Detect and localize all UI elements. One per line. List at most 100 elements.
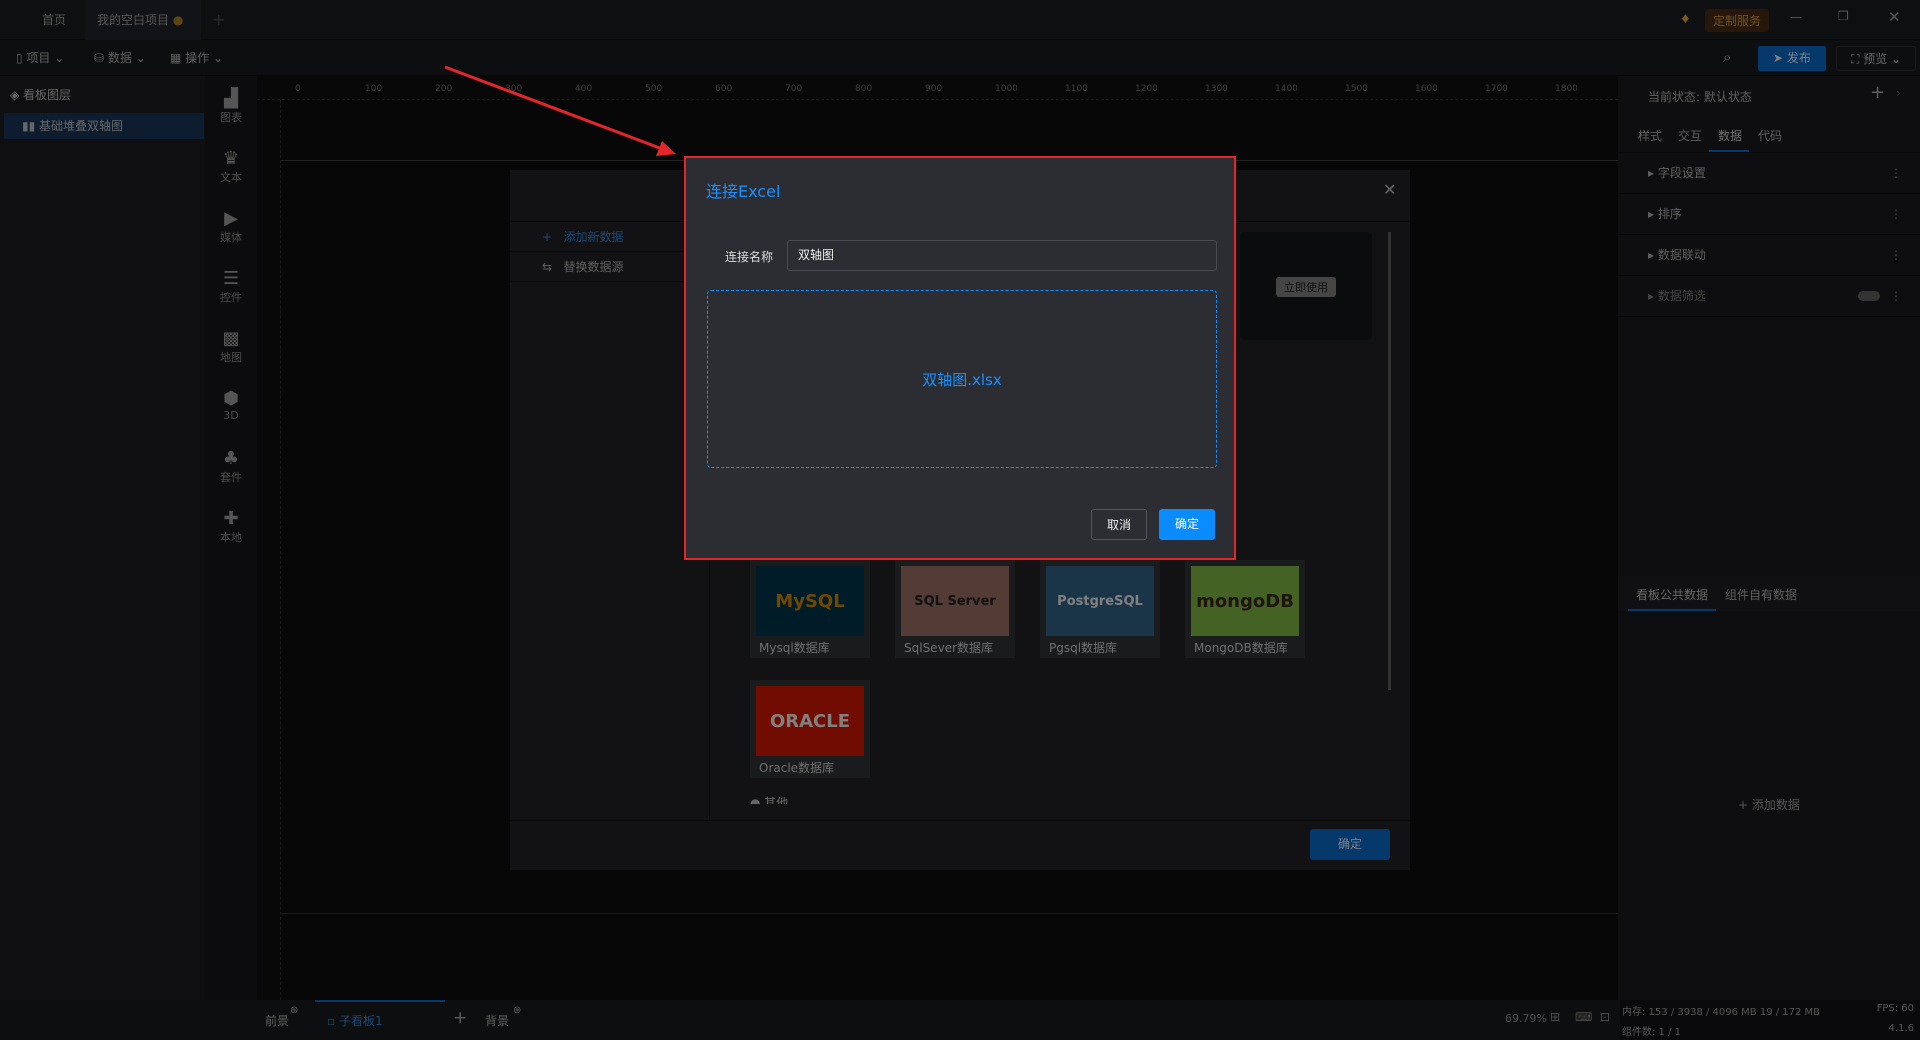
modal-confirm-button[interactable]: 确定	[1310, 829, 1390, 860]
publish-button[interactable]: ➤ 发布	[1758, 46, 1826, 71]
ruler-tick-label: 1000	[995, 84, 1018, 94]
tab-style[interactable]: 样式	[1638, 127, 1662, 144]
crown-icon: ♛	[222, 148, 240, 169]
add-data-button[interactable]: + 添加数据	[1738, 796, 1800, 813]
fit-screen-icon[interactable]: ⊞	[1550, 1010, 1560, 1024]
layer-panel: ◈ 看板图层 ▮▮ 基础堆叠双轴图	[0, 76, 205, 1000]
section-sort[interactable]: ▸ 排序 ⋮	[1618, 194, 1920, 235]
tab-component-data[interactable]: 组件自有数据	[1725, 586, 1797, 603]
nav-add-label: 添加新数据	[563, 230, 624, 244]
component-count: 组件数: 1 / 1	[1622, 1027, 1681, 1038]
more-icon[interactable]: ⋮	[1890, 235, 1902, 276]
use-now-button[interactable]: 立即使用	[1276, 277, 1336, 297]
add-subboard-icon[interactable]: +	[453, 1008, 467, 1028]
component-media[interactable]: ▶ 媒体	[205, 208, 257, 245]
component-local[interactable]: ✚ 本地	[205, 508, 257, 545]
component-3d[interactable]: ⬢ 3D	[205, 388, 257, 422]
database-logo: mongoDB	[1191, 566, 1299, 636]
confirm-button[interactable]: 确定	[1159, 509, 1215, 540]
tab-project-label: 我的空白项目	[97, 13, 170, 27]
add-background-icon[interactable]: ⊕	[513, 1005, 521, 1016]
cancel-button[interactable]: 取消	[1091, 509, 1147, 540]
file-upload-area[interactable]: 双轴图.xlsx	[707, 290, 1217, 468]
connection-name-input[interactable]: 双轴图	[787, 240, 1217, 271]
section-data-link[interactable]: ▸ 数据联动 ⋮	[1618, 235, 1920, 276]
tab-board-data[interactable]: 看板公共数据	[1636, 586, 1708, 603]
active-tab-indicator	[1709, 150, 1749, 152]
tab-interaction[interactable]: 交互	[1678, 127, 1702, 144]
search-icon[interactable]: ⌕	[1723, 48, 1731, 66]
component-control-label: 控件	[220, 291, 242, 304]
keyboard-icon[interactable]: ⌨	[1575, 1010, 1592, 1024]
database-card[interactable]: PostgreSQL Pgsql数据库	[1040, 560, 1160, 658]
ruler-tick-label: 1300	[1205, 84, 1228, 94]
component-3d-label: 3D	[223, 409, 239, 422]
subboard-tab[interactable]: ▫ 子看板1	[315, 1000, 445, 1040]
zoom-level[interactable]: 69.79%	[1505, 1012, 1547, 1025]
tab-project[interactable]: 我的空白项目 ●	[85, 0, 201, 40]
tab-data[interactable]: 数据	[1718, 127, 1742, 144]
foreground-button[interactable]: 前景	[265, 1012, 289, 1029]
featured-card[interactable]: 立即使用	[1240, 232, 1372, 340]
filter-toggle[interactable]	[1858, 291, 1880, 301]
close-window-icon[interactable]: ✕	[1888, 8, 1901, 26]
layer-item[interactable]: ▮▮ 基础堆叠双轴图	[4, 113, 204, 139]
active-tab-indicator	[1628, 609, 1716, 611]
chevron-right-icon[interactable]: ›	[1896, 86, 1901, 100]
memory-status: 内存: 153 / 3938 / 4096 MB 19 / 172 MB	[1622, 1007, 1821, 1018]
ruler-tick-label: 1700	[1485, 84, 1508, 94]
database-card-label: SqlSever数据库	[904, 641, 993, 655]
canvas-bottom-edge	[281, 913, 1618, 914]
minimize-icon[interactable]: —	[1790, 10, 1802, 24]
terminal-icon[interactable]: ⊡	[1600, 1010, 1610, 1024]
publish-label: 发布	[1786, 51, 1811, 65]
database-card-label: Mysql数据库	[759, 641, 830, 655]
ruler-tick-label: 1100	[1065, 84, 1088, 94]
preview-label: 预览	[1863, 52, 1888, 66]
nav-replace-source[interactable]: ⇆ 替换数据源	[510, 252, 710, 282]
component-kit[interactable]: ♣ 套件	[205, 448, 257, 485]
component-control[interactable]: ☰ 控件	[205, 268, 257, 305]
menu-data[interactable]: ⛁ 数据 ⌄	[84, 40, 156, 76]
menu-operation[interactable]: ▦ 操作 ⌄	[160, 40, 233, 76]
background-button[interactable]: 背景	[485, 1012, 509, 1029]
ruler-tick-label: 800	[855, 84, 873, 94]
data-source-tabs: 看板公共数据 组件自有数据	[1618, 576, 1920, 611]
nav-add-data[interactable]: + 添加新数据	[510, 222, 710, 252]
ruler-tick-label: 1500	[1345, 84, 1368, 94]
preview-button[interactable]: ⛶ 预览 ⌄	[1836, 46, 1916, 71]
component-map[interactable]: ▩ 地图	[205, 328, 257, 365]
custom-service-button[interactable]: 定制服务	[1705, 9, 1770, 32]
more-icon[interactable]: ⋮	[1890, 153, 1902, 194]
database-logo: MySQL	[756, 566, 864, 636]
menu-project[interactable]: ▯ 项目 ⌄	[6, 40, 74, 76]
component-text[interactable]: ♛ 文本	[205, 148, 257, 185]
modal-scrollbar[interactable]	[1388, 232, 1391, 690]
puzzle-icon: ✚	[223, 508, 239, 529]
new-tab-icon[interactable]: +	[212, 10, 225, 29]
database-card[interactable]: SQL Server SqlSever数据库	[895, 560, 1015, 658]
section-data-filter[interactable]: ▸ 数据筛选 ⋮	[1618, 276, 1920, 317]
title-bar: 首页 我的空白项目 ● + ♦ 定制服务 — ❐ ✕	[0, 0, 1920, 40]
close-modal-icon[interactable]: ✕	[1383, 180, 1396, 199]
component-chart[interactable]: ▟ 图表	[205, 88, 257, 125]
database-logo: SQL Server	[901, 566, 1009, 636]
ruler-tick-label: 900	[925, 84, 943, 94]
ruler-tick-label: 300	[505, 84, 523, 94]
database-card[interactable]: mongoDB MongoDB数据库	[1185, 560, 1305, 658]
state-value[interactable]: 默认状态	[1704, 90, 1752, 104]
add-foreground-icon[interactable]: ⊕	[290, 1005, 298, 1016]
database-card[interactable]: MySQL Mysql数据库	[750, 560, 870, 658]
section-field-settings[interactable]: ▸ 字段设置 ⋮	[1618, 153, 1920, 194]
section-label: 数据联动	[1657, 248, 1706, 262]
more-icon[interactable]: ⋮	[1890, 276, 1902, 317]
more-icon[interactable]: ⋮	[1890, 194, 1902, 235]
add-state-icon[interactable]: +	[1870, 82, 1885, 103]
property-tabs: 样式 交互 数据 代码	[1618, 117, 1920, 153]
component-media-label: 媒体	[220, 231, 242, 244]
cube-icon: ⬢	[223, 388, 239, 409]
tab-code[interactable]: 代码	[1758, 127, 1782, 144]
tab-home[interactable]: 首页	[30, 0, 78, 40]
restore-icon[interactable]: ❐	[1838, 9, 1849, 23]
database-card[interactable]: ORACLE Oracle数据库	[750, 680, 870, 778]
